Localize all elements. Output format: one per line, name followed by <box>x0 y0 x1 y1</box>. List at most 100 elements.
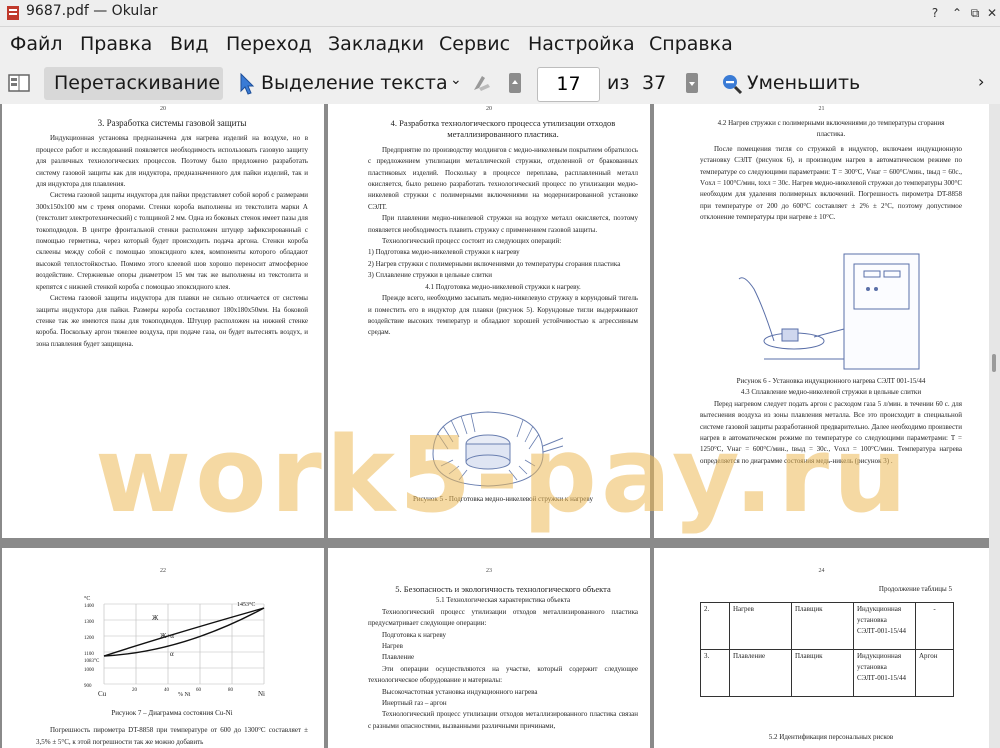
paragraph: Технологический процесс состоит из следу… <box>382 237 562 246</box>
page-text: 3. Разработка системы газовой защиты Инд… <box>36 118 308 350</box>
table-cell: Плавщик <box>791 649 854 697</box>
page-20: 20 3. Разработка системы газовой защиты … <box>2 104 324 538</box>
page-21: 20 4. Разработка технологического процес… <box>328 104 650 538</box>
text-selection-button[interactable]: Выделение текста <box>261 72 448 94</box>
x-tick: 60 <box>196 688 202 693</box>
menu-help[interactable]: Справка <box>649 33 733 55</box>
minimize-button[interactable]: ⌃ <box>948 4 966 22</box>
paragraph: Прежде всего, необходимо засыпать медно-… <box>368 294 638 337</box>
table-cell: Аргон <box>915 649 954 697</box>
paragraph: После помещения тигля со стружкой в инду… <box>700 144 962 222</box>
y-tick: 900 <box>84 684 92 689</box>
close-button[interactable]: ✕ <box>983 4 1000 22</box>
maximize-button[interactable]: ⧉ <box>966 4 984 22</box>
total-pages: 37 <box>642 72 667 94</box>
document-view[interactable]: 20 3. Разработка системы газовой защиты … <box>0 104 989 748</box>
window-title: 9687.pdf — Okular <box>26 3 158 19</box>
of-label: из <box>607 72 630 94</box>
menu-edit[interactable]: Правка <box>80 33 152 55</box>
x-label: Cu <box>98 690 107 698</box>
table-cell: - <box>915 602 954 650</box>
menu-bar: Файл Правка Вид Переход Закладки Сервис … <box>0 27 1000 62</box>
page-text: Рисунок 7 – Диаграмма состояния Cu-Ni По… <box>36 708 308 748</box>
list-item: 1) Подготовка медно-никелевой стружки к … <box>368 248 520 257</box>
continuation-text: Продолжение таблицы 5 <box>878 585 952 593</box>
menu-file[interactable]: Файл <box>10 33 63 55</box>
list-item: Нагрев <box>382 642 403 651</box>
toolbar-overflow-icon[interactable]: › <box>978 72 984 91</box>
table-cell: 3. <box>700 649 730 697</box>
axis-unit-label: °C <box>84 595 90 602</box>
okular-app-icon <box>7 6 19 20</box>
menu-bookmarks[interactable]: Закладки <box>328 33 424 55</box>
y-tick: 1200 <box>84 636 95 641</box>
menu-go[interactable]: Переход <box>226 33 312 55</box>
table-cell: Плавление <box>729 649 792 697</box>
table-continuation-label: Продолжение таблицы 5 <box>700 584 952 595</box>
subheading: 5.1 Технологическая характеристика объек… <box>435 596 571 605</box>
table-row: 3. Плавление Плавщик Индукционная устано… <box>700 649 954 697</box>
page-number-input[interactable]: 17 <box>537 67 600 102</box>
heading: пластика. <box>816 130 846 139</box>
figure-7-cu-ni-diagram: °C 1400 1300 1200 1100 1000 900 1453°C 1… <box>84 595 265 698</box>
page-23: 22 °C 1400 1300 1200 1100 1000 900 1453°… <box>2 548 324 748</box>
paragraph: Предприятие по производству молдингов с … <box>368 145 638 211</box>
menu-view[interactable]: Вид <box>170 33 209 55</box>
x-tick: 40 <box>164 688 170 693</box>
paragraph: Перед нагревом следует подать аргон с ра… <box>700 399 962 465</box>
figure-5-inductor-drawing <box>432 411 563 487</box>
previous-page-icon[interactable] <box>507 71 523 95</box>
subheading: 4.3 Сплавление медно-никелевой стружки в… <box>740 388 922 397</box>
list-item: Высокочастотная установка индукционного … <box>382 687 538 696</box>
table-cell: Плавщик <box>791 602 854 650</box>
paragraph: Погрешность пирометра DT-8858 при темпер… <box>36 726 308 746</box>
caption-text: Рисунок 6 - Установка индукционного нагр… <box>736 377 926 385</box>
vertical-scrollbar[interactable] <box>989 104 1000 748</box>
zoom-out-icon[interactable] <box>721 73 743 95</box>
temp-label: 1453°C <box>237 601 255 608</box>
page-number-label: 22 <box>160 568 166 574</box>
zoom-out-button[interactable]: Уменьшить <box>747 72 860 94</box>
x-tick: 20 <box>132 688 138 693</box>
figure-caption: Рисунок 5 - Подготовка медно-никелевой с… <box>368 494 638 505</box>
list-item: Подготовка к нагреву <box>382 630 446 639</box>
phase-label: Ж <box>152 614 159 622</box>
temp-label: 1083°C <box>84 659 100 664</box>
heading: 5. Безопасность и экологичность технолог… <box>395 584 611 594</box>
hand-icon[interactable] <box>470 72 494 94</box>
y-tick: 1300 <box>84 620 95 625</box>
paragraph: Система газовой защиты индуктора для пай… <box>36 191 308 291</box>
paragraph: Система газовой защиты индуктора для пла… <box>36 294 308 348</box>
paragraph: Технологический процесс утилизации отход… <box>368 710 638 730</box>
help-button[interactable]: ? <box>926 4 944 22</box>
page-number-label: 20 <box>160 106 166 112</box>
chevron-down-icon[interactable]: ⌄ <box>450 72 462 88</box>
sidebar-toggle-icon[interactable] <box>8 73 30 93</box>
x-label: % Ni <box>178 692 191 698</box>
menu-settings[interactable]: Настройка <box>528 33 635 55</box>
cursor-icon <box>240 73 255 95</box>
next-page-icon[interactable] <box>684 71 700 95</box>
y-tick: 1000 <box>84 668 95 673</box>
caption-text: Рисунок 7 – Диаграмма состояния Cu-Ni <box>111 709 233 717</box>
browse-tool-button[interactable]: Перетаскивание <box>44 67 223 100</box>
scrollbar-thumb[interactable] <box>992 354 996 372</box>
table-row: 2. Нагрев Плавщик Индукционная установка… <box>700 602 954 650</box>
page-24: 23 5. Безопасность и экологичность техно… <box>328 548 650 748</box>
page-text: 4.2 Нагрев стружки с полимерными включен… <box>700 118 962 224</box>
page-text-lower: Рисунок 6 - Установка индукционного нагр… <box>700 376 962 467</box>
subheading: 5.2 Идентификация персональных рисков <box>768 733 894 741</box>
page-text: 5. Безопасность и экологичность технолог… <box>368 584 638 732</box>
page-text: 5.2 Идентификация персональных рисков <box>700 732 962 743</box>
title-bar: 9687.pdf — Okular ? ⌃ ⧉ ✕ <box>0 0 1000 27</box>
figure-6-selt-unit-drawing <box>738 253 920 370</box>
page-number-label: 21 <box>818 106 825 112</box>
page-22: 21 4.2 Нагрев стружки с полимерными вклю… <box>654 104 989 538</box>
heading: металлизированного пластика. <box>447 129 559 140</box>
browse-tool-label: Перетаскивание <box>54 72 221 94</box>
page-number-label: 24 <box>818 568 825 574</box>
page-text: 4. Разработка технологического процесса … <box>368 118 638 339</box>
menu-tools[interactable]: Сервис <box>439 33 510 55</box>
page-number-label: 23 <box>486 568 492 574</box>
x-label: Ni <box>258 690 265 698</box>
